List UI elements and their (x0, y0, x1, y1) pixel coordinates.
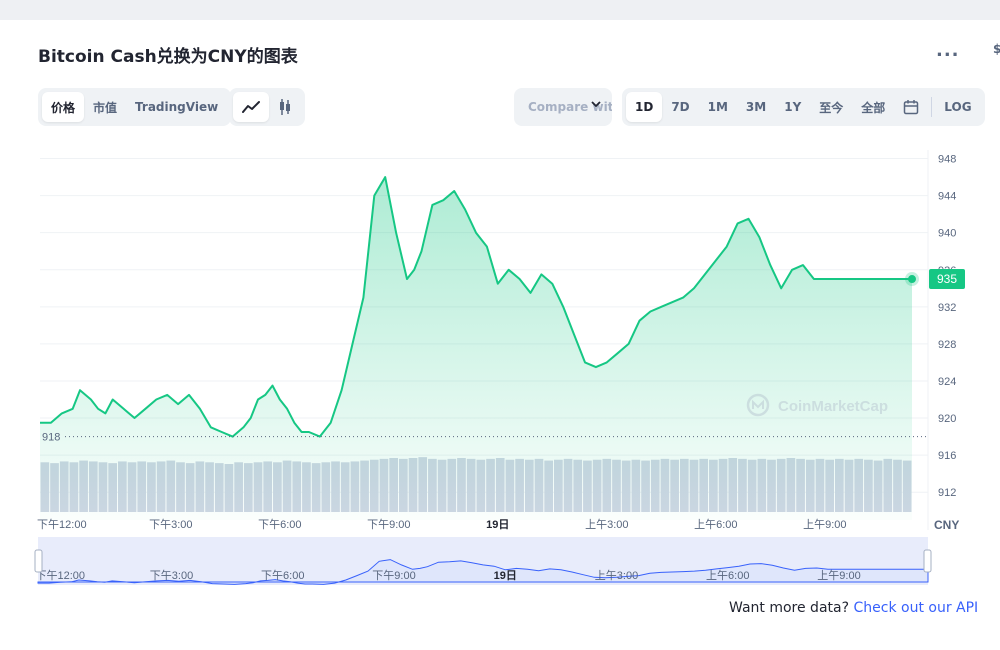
price-chart: 918 948944940936932928924920916912 下午12:… (34, 150, 965, 585)
watermark-text: CoinMarketCap (778, 398, 888, 415)
open-price-label: 918 (42, 432, 60, 444)
navigator-tick-label: 下午9:00 (372, 569, 415, 582)
x-tick-label: 19日 (486, 518, 509, 531)
currency-label: CNY (934, 518, 959, 532)
chart-card: Bitcoin Cash兑换为CNY的图表 ... $ 价格 市值 Tradin… (0, 20, 1000, 650)
top-strip (0, 0, 1000, 20)
x-tick-label: 上午3:00 (585, 518, 628, 531)
footer-prefix: Want more data? (729, 600, 850, 616)
y-tick-label: 924 (938, 376, 956, 388)
y-tick-label: 944 (938, 191, 956, 203)
x-tick-label: 上午9:00 (803, 518, 846, 531)
y-tick-label: 948 (938, 154, 956, 166)
current-price-dot (908, 275, 916, 284)
navigator-tick-label: 下午3:00 (150, 569, 193, 582)
y-tick-label: 920 (938, 413, 956, 425)
price-area (40, 177, 912, 520)
x-tick-label: 下午3:00 (149, 518, 192, 531)
range-navigator[interactable]: 下午12:00 下午3:00 下午6:00 下午9:00 19日 上午3:00 上午6:00… (34, 537, 932, 585)
y-axis-ticks: 948944940936932928924920916912 (938, 154, 956, 500)
api-link[interactable]: Check out our API (853, 600, 978, 616)
y-tick-label: 932 (938, 302, 956, 314)
y-tick-label: 912 (938, 487, 956, 499)
navigator-right-handle[interactable] (923, 549, 932, 573)
navigator-tick-label: 上午9:00 (817, 569, 860, 582)
navigator-tick-label: 上午6:00 (706, 569, 749, 582)
x-tick-label: 下午9:00 (367, 518, 410, 531)
footer-text: Want more data? Check out our API (729, 600, 978, 616)
navigator-tick-label: 下午12:00 (35, 569, 85, 582)
x-tick-label: 下午6:00 (258, 518, 301, 531)
x-tick-label: 下午12:00 (37, 518, 87, 531)
navigator-tick-label: 下午6:00 (261, 569, 304, 582)
y-tick-label: 940 (938, 228, 956, 240)
y-tick-label: 916 (938, 450, 956, 462)
current-price-label: 935 (937, 272, 957, 286)
navigator-left-handle[interactable] (34, 549, 43, 573)
x-tick-label: 上午6:00 (694, 518, 737, 531)
navigator-tick-label: 19日 (494, 569, 517, 582)
navigator-tick-label: 上午3:00 (595, 569, 638, 582)
y-tick-label: 928 (938, 339, 956, 351)
